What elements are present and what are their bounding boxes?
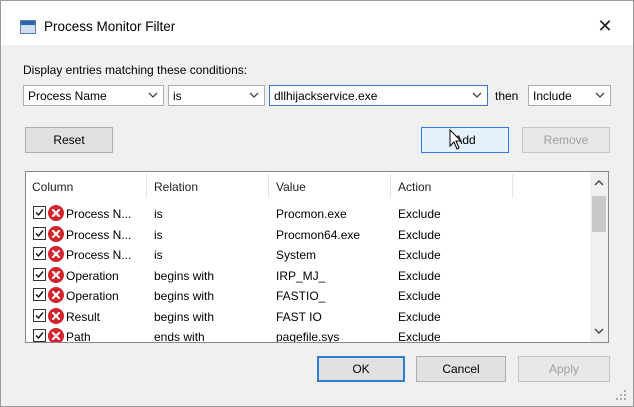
checkbox-checked-icon[interactable] <box>33 308 46 322</box>
filter-list-header: Column Relation Value Action <box>26 172 590 200</box>
table-row[interactable]: Process N... is Procmon.exe Exclude <box>26 204 590 224</box>
exclude-x-icon <box>48 307 64 324</box>
chevron-down-icon <box>595 92 605 98</box>
value-combobox[interactable]: dllhijackservice.exe <box>269 85 488 106</box>
apply-button[interactable]: Apply <box>518 356 610 382</box>
chevron-down-icon <box>148 92 158 98</box>
cell-value: Procmon.exe <box>276 207 347 221</box>
cell-column: Operation <box>66 289 119 303</box>
cancel-button[interactable]: Cancel <box>416 356 506 382</box>
relation-select-value: is <box>173 89 182 103</box>
filter-dialog: Process Monitor Filter ✕ Display entries… <box>0 0 634 407</box>
chevron-down-icon <box>249 92 259 98</box>
table-row[interactable]: Process N... is System Exclude <box>26 245 590 265</box>
table-row[interactable]: Result begins with FAST IO Exclude <box>26 307 590 327</box>
header-divider <box>512 174 513 198</box>
cell-column: Process N... <box>66 248 132 262</box>
column-header-column[interactable]: Column <box>32 180 73 194</box>
cell-value: System <box>276 248 317 262</box>
cell-action: Exclude <box>398 248 441 262</box>
cell-action: Exclude <box>398 330 441 343</box>
close-button[interactable]: ✕ <box>592 14 618 38</box>
exclude-x-icon <box>48 328 64 342</box>
table-row[interactable]: Operation begins with FASTIO_ Exclude <box>26 286 590 306</box>
exclude-x-icon <box>48 225 64 242</box>
exclude-x-icon <box>48 205 64 221</box>
relation-select[interactable]: is <box>168 85 265 106</box>
column-header-value[interactable]: Value <box>276 180 306 194</box>
cell-value: pagefile.sys <box>276 330 340 343</box>
cell-relation: begins with <box>154 268 215 283</box>
cell-relation: begins with <box>154 289 215 303</box>
then-label: then <box>495 89 519 103</box>
value-input[interactable]: dllhijackservice.exe <box>274 89 377 103</box>
checkbox-checked-icon[interactable] <box>33 247 46 260</box>
remove-button[interactable]: Remove <box>522 127 610 153</box>
checkbox-checked-icon[interactable] <box>33 267 46 281</box>
cell-action: Exclude <box>398 309 441 324</box>
cell-column: Process N... <box>66 207 132 221</box>
cell-relation: is <box>154 227 163 242</box>
cell-action: Exclude <box>398 207 441 221</box>
table-row[interactable]: Process N... is Procmon64.exe Exclude <box>26 225 590 245</box>
cell-action: Exclude <box>398 289 441 303</box>
cell-action: Exclude <box>398 268 441 283</box>
process-monitor-icon <box>20 20 36 34</box>
header-divider <box>390 174 391 198</box>
column-header-relation[interactable]: Relation <box>154 180 198 194</box>
table-row[interactable]: Operation begins with IRP_MJ_ Exclude <box>26 266 590 286</box>
action-select[interactable]: Include <box>528 85 611 106</box>
exclude-x-icon <box>48 266 64 283</box>
chevron-down-icon <box>472 92 482 98</box>
cell-action: Exclude <box>398 227 441 242</box>
checkbox-checked-icon[interactable] <box>33 206 46 219</box>
checkbox-checked-icon[interactable] <box>33 329 46 342</box>
scrollbar-thumb[interactable] <box>592 196 606 232</box>
add-button[interactable]: Add <box>421 127 509 153</box>
exclude-x-icon <box>48 246 64 262</box>
scroll-down-icon[interactable] <box>594 326 604 336</box>
cell-column: Result <box>66 309 101 324</box>
cell-relation: ends with <box>154 330 205 343</box>
cell-column: Process N... <box>66 227 132 242</box>
ok-button[interactable]: OK <box>317 356 405 382</box>
cell-value: IRP_MJ_ <box>276 268 326 283</box>
cell-relation: is <box>154 207 163 221</box>
column-header-action[interactable]: Action <box>398 180 431 194</box>
cell-relation: is <box>154 248 163 262</box>
checkbox-checked-icon[interactable] <box>33 226 46 240</box>
scroll-up-icon[interactable] <box>594 178 604 188</box>
column-select-value: Process Name <box>28 89 107 103</box>
cell-value: FAST IO <box>276 309 322 324</box>
cell-column: Path <box>66 330 91 343</box>
window-title: Process Monitor Filter <box>44 19 176 34</box>
filter-list[interactable]: Column Relation Value Action Process N..… <box>25 171 609 343</box>
title-bar: Process Monitor Filter ✕ <box>1 1 633 45</box>
header-divider <box>146 174 147 198</box>
column-select[interactable]: Process Name <box>23 85 164 106</box>
reset-button[interactable]: Reset <box>25 127 113 153</box>
mouse-pointer-icon <box>449 129 463 150</box>
action-select-value: Include <box>533 89 572 103</box>
conditions-prompt: Display entries matching these condition… <box>23 63 248 77</box>
header-divider <box>268 174 269 198</box>
vertical-scrollbar[interactable] <box>590 172 608 342</box>
cell-column: Operation <box>66 268 119 283</box>
exclude-x-icon <box>48 287 64 303</box>
table-row[interactable]: Path ends with pagefile.sys Exclude <box>26 327 590 343</box>
cell-relation: begins with <box>154 309 215 324</box>
cell-value: Procmon64.exe <box>276 227 361 242</box>
resize-grip-icon[interactable] <box>613 387 627 401</box>
checkbox-checked-icon[interactable] <box>33 288 46 301</box>
cell-value: FASTIO_ <box>276 289 326 303</box>
